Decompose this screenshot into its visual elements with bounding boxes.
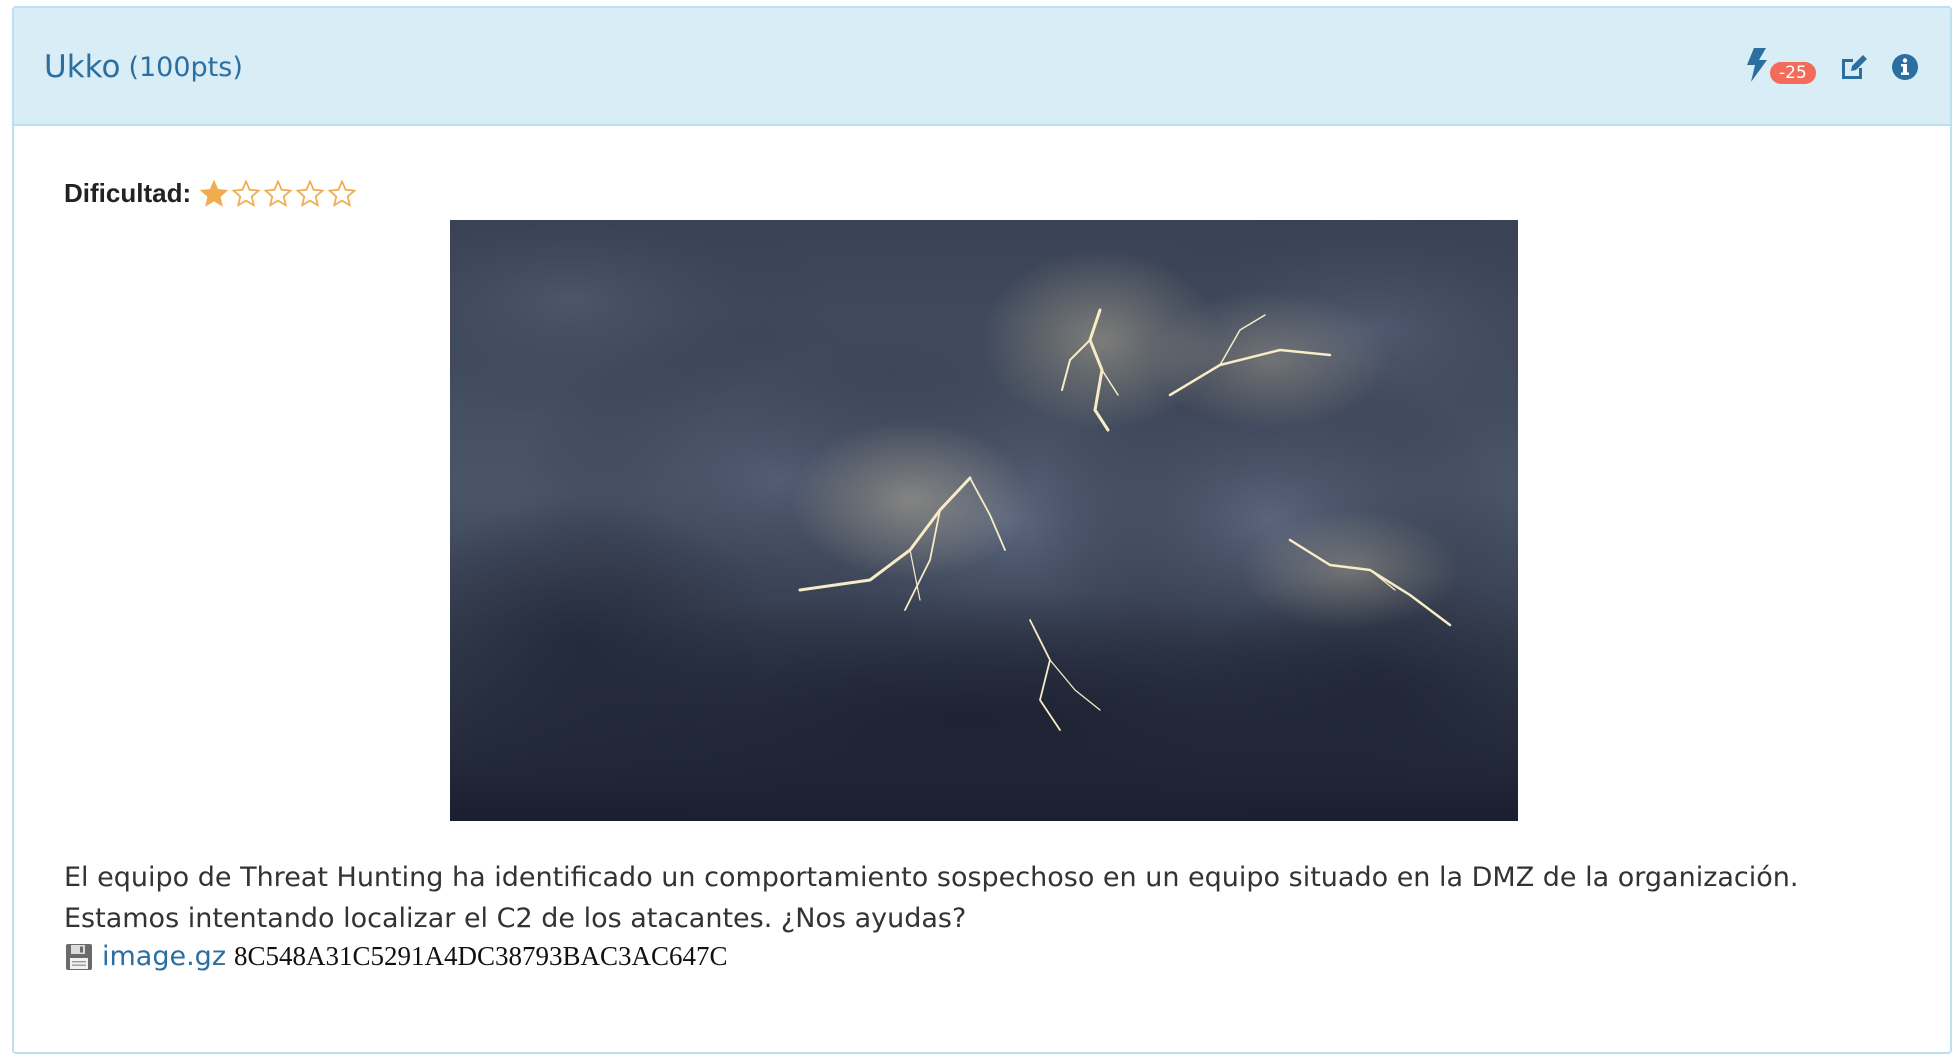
file-attachment: image.gz 8C548A31C5291A4DC38793BAC3AC647… [64,941,728,972]
star-empty-icon [327,178,357,207]
panel-header: Ukko (100pts) -25 [14,8,1950,126]
first-blood-indicator[interactable]: -25 [1746,48,1818,86]
header-actions: -25 [1746,48,1922,86]
challenge-title: Ukko (100pts) [44,8,243,126]
challenge-panel: Ukko (100pts) -25 Dificultad: El equipo … [12,6,1952,1054]
star-empty-icon [295,178,325,207]
edit-icon [1842,55,1867,79]
info-button[interactable] [1888,50,1922,84]
difficulty-row: Dificultad: [64,178,357,209]
challenge-points: (100pts) [128,51,243,83]
challenge-description: El equipo de Threat Hunting ha identific… [64,857,1914,939]
star-filled-icon [199,179,229,207]
description-line-2: Estamos intentando localizar el C2 de lo… [64,903,967,934]
floppy-disk-icon [66,943,92,970]
challenge-image [450,220,1518,821]
edit-button[interactable] [1836,50,1870,84]
storm-clouds-image [450,220,1518,821]
penalty-badge: -25 [1770,62,1816,84]
info-icon [1892,54,1918,80]
difficulty-stars [199,178,357,209]
star-empty-icon [231,178,261,207]
file-hash: 8C548A31C5291A4DC38793BAC3AC647C [234,941,728,971]
description-line-1: El equipo de Threat Hunting ha identific… [64,862,1799,893]
challenge-name: Ukko [44,49,121,85]
difficulty-label: Dificultad: [64,178,192,208]
star-empty-icon [263,178,293,207]
bolt-icon [1747,48,1767,82]
file-download-link[interactable]: image.gz [102,941,226,972]
